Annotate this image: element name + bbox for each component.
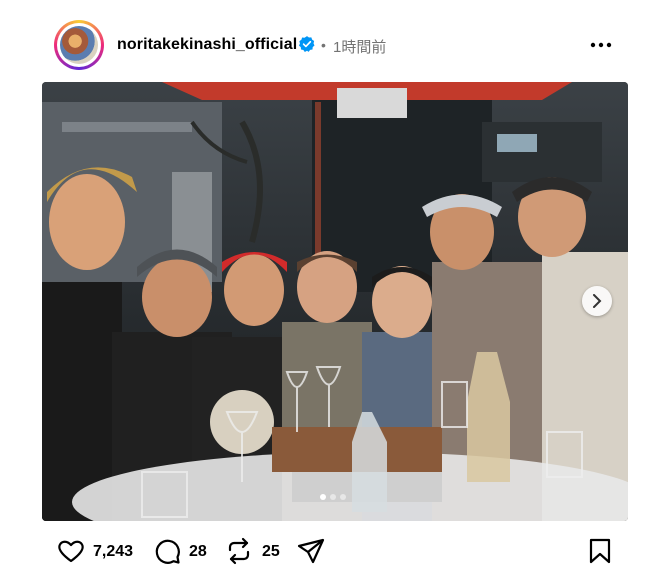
carousel-dot <box>340 494 346 500</box>
repost-icon[interactable] <box>224 536 254 566</box>
carousel-indicator <box>310 494 360 502</box>
chevron-right-icon <box>593 294 602 308</box>
like-count[interactable]: 7,243 <box>93 543 133 561</box>
avatar-image <box>60 26 98 64</box>
repost-count[interactable]: 25 <box>262 543 280 561</box>
comment-count[interactable]: 28 <box>189 543 207 561</box>
bookmark-icon[interactable] <box>585 536 615 566</box>
heart-icon[interactable] <box>56 536 86 566</box>
carousel-dot <box>330 494 336 500</box>
post-photo[interactable] <box>42 82 628 521</box>
send-icon[interactable] <box>296 536 326 566</box>
verified-badge-icon <box>298 36 315 52</box>
comment-icon[interactable] <box>152 536 182 566</box>
group-photo-illustration <box>42 82 628 521</box>
post-header: noritakekinashi_official • 1時間前 <box>0 0 665 88</box>
avatar[interactable] <box>54 20 104 70</box>
more-options-icon[interactable] <box>588 35 614 55</box>
carousel-next-button[interactable] <box>582 286 612 316</box>
action-bar: 7,243 28 25 <box>0 530 665 575</box>
carousel-dot-active <box>320 494 326 500</box>
post-timestamp[interactable]: 1時間前 <box>333 36 386 57</box>
avatar-frame <box>57 23 101 67</box>
separator-dot: • <box>321 37 326 53</box>
username-link[interactable]: noritakekinashi_official <box>117 36 297 54</box>
